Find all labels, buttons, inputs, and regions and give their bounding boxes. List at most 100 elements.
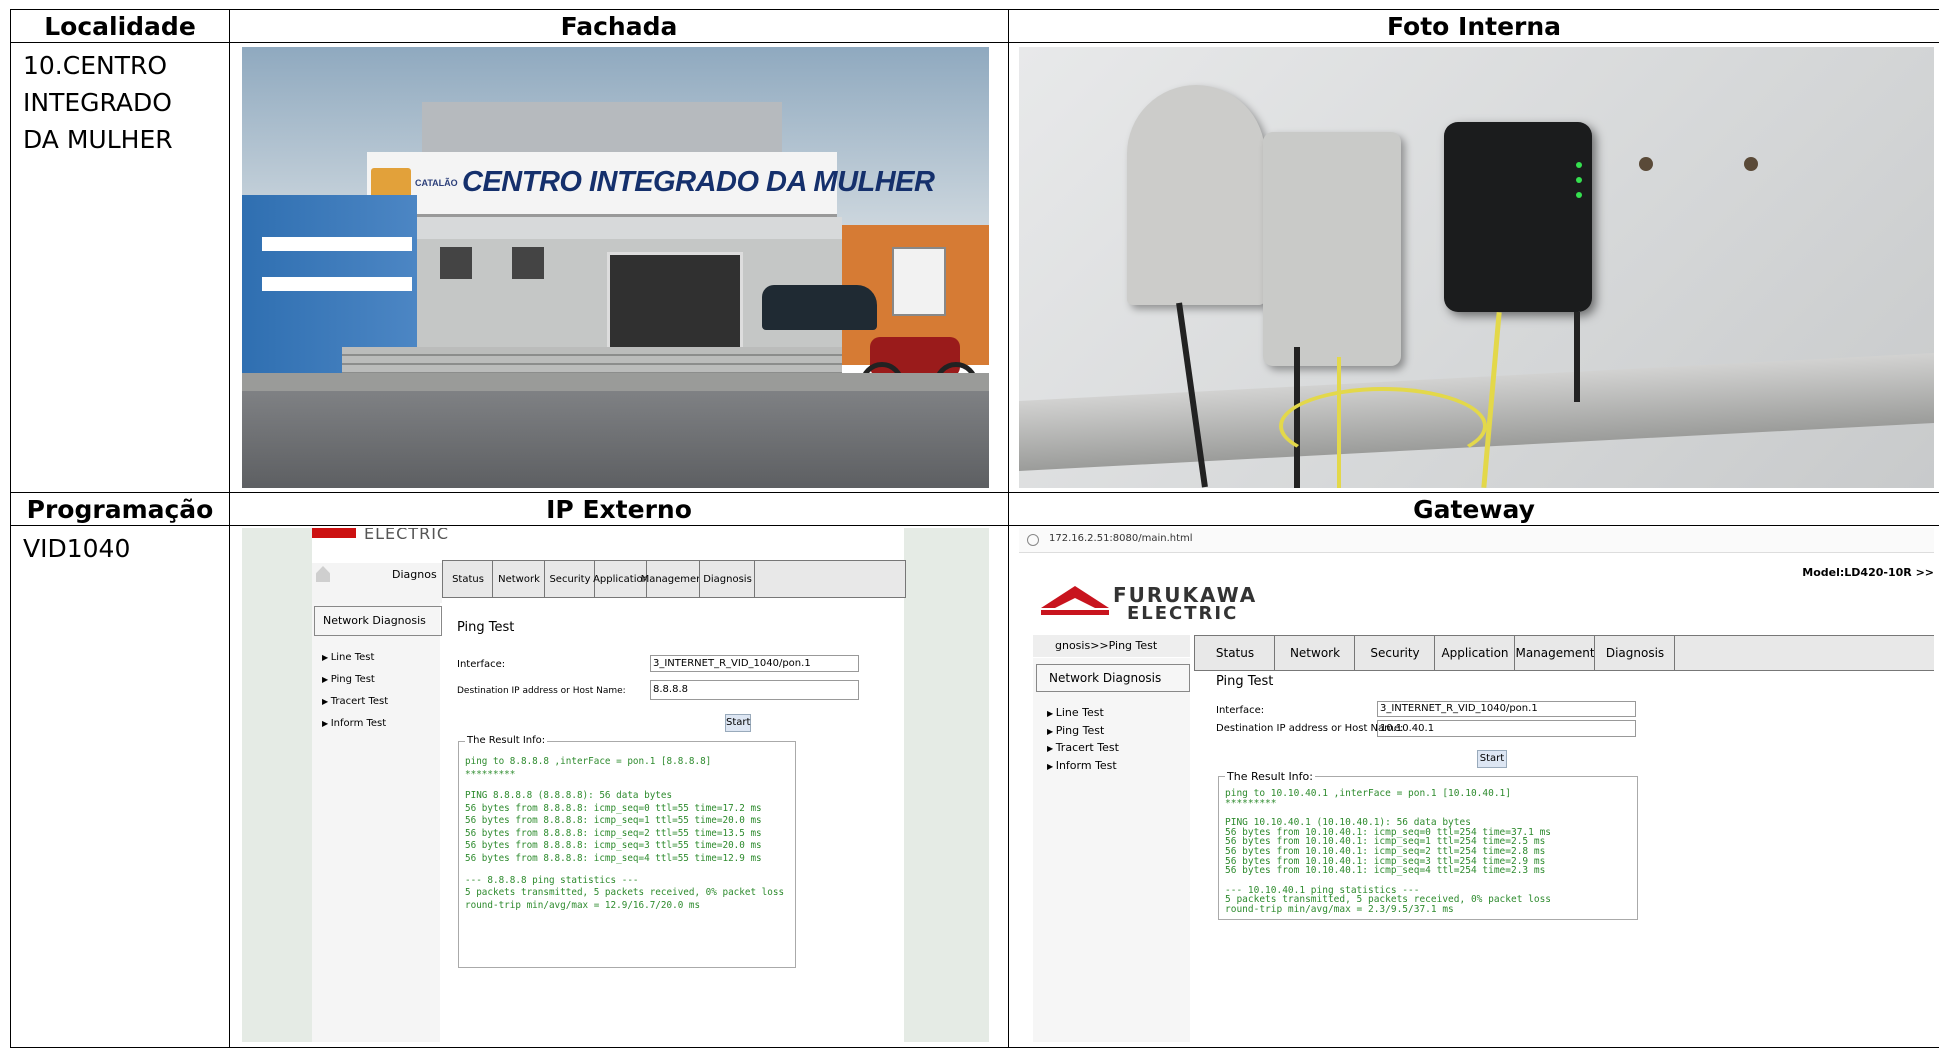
tab-network[interactable]: Network — [492, 560, 546, 598]
result-label: The Result Info: — [1225, 770, 1315, 783]
document-page: Localidade Fachada Foto Interna 10.CENTR… — [0, 0, 1939, 1049]
tab-management[interactable]: Management — [641, 560, 706, 598]
sidebar-header[interactable]: Network Diagnosis — [314, 606, 442, 636]
tab-application[interactable]: Application — [1434, 635, 1516, 671]
header-fachada: Fachada — [229, 9, 1009, 43]
tab-network[interactable]: Network — [1274, 635, 1356, 671]
header-row-top: Localidade Fachada Foto Interna — [10, 9, 1939, 43]
result-line: 56 bytes from 8.8.8.8: icmp_seq=1 ttl=55… — [465, 815, 762, 827]
result-box: The Result Info: ping to 10.10.40.1 ,int… — [1218, 770, 1638, 920]
result-line: --- 8.8.8.8 ping statistics --- — [465, 874, 639, 886]
sidebar-item-label: Tracert Test — [330, 696, 389, 707]
triangle-right-icon: ▶ — [1047, 761, 1056, 771]
result-text: ping to 8.8.8.8 ,interFace = pon.1 [8.8.… — [465, 756, 784, 912]
page-title: Ping Test — [457, 620, 515, 635]
sidebar-item-line-test[interactable]: ▶ Line Test — [322, 652, 388, 674]
gateway-screenshot: 172.16.2.51:8080/main.html Model:LD420-1… — [1019, 528, 1934, 1042]
triangle-right-icon: ▶ — [1047, 709, 1056, 718]
sidebar-item-label: Ping Test — [330, 674, 375, 685]
url-text[interactable]: 172.16.2.51:8080/main.html — [1049, 533, 1193, 544]
sidebar-item-label: Line Test — [1055, 706, 1104, 719]
header-gateway: Gateway — [1008, 492, 1939, 526]
dest-input[interactable]: 10.10.40.1 — [1377, 720, 1636, 737]
fachada-cell: CATALÃO CENTRO INTEGRADO DA MULHER — [229, 42, 1009, 493]
result-line: ********* — [1225, 797, 1277, 809]
sidebar-item-tracert-test[interactable]: ▶ Tracert Test — [1047, 741, 1119, 759]
locality-cell: 10.CENTRO INTEGRADO DA MULHER — [10, 42, 230, 493]
sidebar-item-inform-test[interactable]: ▶ Inform Test — [1047, 759, 1119, 777]
fachada-photo: CATALÃO CENTRO INTEGRADO DA MULHER — [242, 47, 989, 488]
result-line: PING 8.8.8.8 (8.8.8.8): 56 data bytes — [465, 790, 673, 802]
header-localidade: Localidade — [10, 9, 230, 43]
breadcrumb-bar: gnosis>>Ping Test — [1033, 635, 1190, 657]
result-box: The Result Info: ping to 8.8.8.8 ,interF… — [458, 735, 796, 968]
breadcrumb: gnosis>>Ping Test — [1055, 639, 1158, 652]
start-button[interactable]: Start — [725, 714, 751, 732]
result-label: The Result Info: — [465, 735, 548, 746]
header-programacao: Programação — [10, 492, 230, 526]
foto-interna-cell — [1008, 42, 1939, 493]
dest-label: Destination IP address or Host Name: — [1216, 723, 1404, 734]
tab-security[interactable]: Security — [1354, 635, 1436, 671]
onu-device — [1444, 122, 1592, 312]
sidebar-header[interactable]: Network Diagnosis — [1036, 664, 1190, 692]
result-line — [465, 781, 784, 790]
dest-label: Destination IP address or Host Name: — [457, 686, 626, 696]
sidebar-item-label: Ping Test — [1055, 723, 1105, 737]
triangle-right-icon: ▶ — [322, 675, 331, 684]
info-icon — [1027, 534, 1039, 546]
programming-value: VID1040 — [23, 534, 131, 563]
result-line — [465, 865, 784, 874]
triangle-right-icon: ▶ — [1047, 726, 1056, 736]
result-line: 56 bytes from 8.8.8.8: icmp_seq=0 ttl=55… — [465, 802, 762, 814]
tab-status[interactable]: Status — [442, 560, 494, 598]
foto-interna-photo — [1019, 47, 1934, 488]
page-title: Ping Test — [1216, 674, 1274, 689]
tab-bar: Status Network Security Application Manageme… — [1194, 635, 1934, 671]
sidebar-item-ping-test[interactable]: ▶ Ping Test — [322, 674, 388, 696]
result-line: round-trip min/avg/max = 12.9/16.7/20.0 … — [465, 899, 701, 911]
result-line: round-trip min/avg/max = 2.3/9.5/37.1 ms — [1225, 904, 1454, 916]
tab-security[interactable]: Security — [544, 560, 596, 598]
result-line: 56 bytes from 8.8.8.8: icmp_seq=2 ttl=55… — [465, 827, 762, 839]
dest-input[interactable]: 8.8.8.8 — [650, 680, 859, 700]
locality-line-2: INTEGRADO — [23, 88, 172, 117]
building-sign: CATALÃO CENTRO INTEGRADO DA MULHER — [367, 152, 935, 218]
header-ip-externo: IP Externo — [229, 492, 1009, 526]
sidebar-item-label: Line Test — [330, 652, 375, 663]
header-row-bottom: Programação IP Externo Gateway — [10, 492, 1939, 526]
sidebar-item-inform-test[interactable]: ▶ Inform Test — [322, 718, 388, 740]
sidebar-item-line-test[interactable]: ▶ Line Test — [1047, 706, 1119, 724]
result-line: ********* — [465, 768, 516, 780]
sidebar-item-label: Inform Test — [330, 718, 387, 729]
sidebar-list: ▶ Line Test ▶ Ping Test ▶ Tracert Test ▶ In… — [322, 652, 388, 740]
tab-status[interactable]: Status — [1194, 635, 1276, 671]
address-bar[interactable]: 172.16.2.51:8080/main.html — [1019, 528, 1934, 553]
tab-bar-filler — [1674, 635, 1934, 671]
header-foto-interna: Foto Interna — [1008, 9, 1939, 43]
start-button[interactable]: Start — [1477, 750, 1507, 768]
triangle-right-icon: ▶ — [322, 719, 331, 728]
tab-bar-filler — [754, 560, 906, 598]
sign-logo-text: CATALÃO — [415, 178, 458, 188]
triangle-right-icon: ▶ — [322, 697, 331, 706]
photo-row: 10.CENTRO INTEGRADO DA MULHER CATALÃO CE… — [10, 42, 1939, 493]
tab-diagnosis[interactable]: Diagnosis — [1594, 635, 1676, 671]
result-line: ping to 8.8.8.8 ,interFace = pon.1 [8.8.… — [465, 756, 712, 767]
sidebar-item-ping-test[interactable]: ▶ Ping Test — [1047, 724, 1119, 742]
brand-line-2: ELECTRIC — [1127, 603, 1239, 624]
result-line: 5 packets transmitted, 5 packets receive… — [465, 887, 785, 899]
interface-select[interactable]: 3_INTERNET_R_VID_1040/pon.1 — [1377, 701, 1636, 717]
interface-select[interactable]: 3_INTERNET_R_VID_1040/pon.1 — [650, 655, 859, 672]
tab-management[interactable]: Management — [1514, 635, 1596, 671]
tab-bar: Status Network Security Application Manageme… — [442, 560, 906, 598]
furukawa-logo-icon — [1041, 586, 1109, 616]
sidebar-item-tracert-test[interactable]: ▶ Tracert Test — [322, 696, 388, 718]
tab-diagnosis[interactable]: Diagnosis — [699, 560, 756, 598]
triangle-right-icon: ▶ — [1047, 744, 1056, 753]
model-label: Model:LD420-10R >> — [1802, 566, 1934, 579]
brand-text: ELECTRIC — [364, 528, 450, 543]
sidebar-item-label: Inform Test — [1055, 758, 1117, 772]
sign-text: CENTRO INTEGRADO DA MULHER — [462, 166, 935, 198]
screenshot-row: VID1040 ELECTRIC Diagnos Status Network Se… — [10, 525, 1939, 1048]
